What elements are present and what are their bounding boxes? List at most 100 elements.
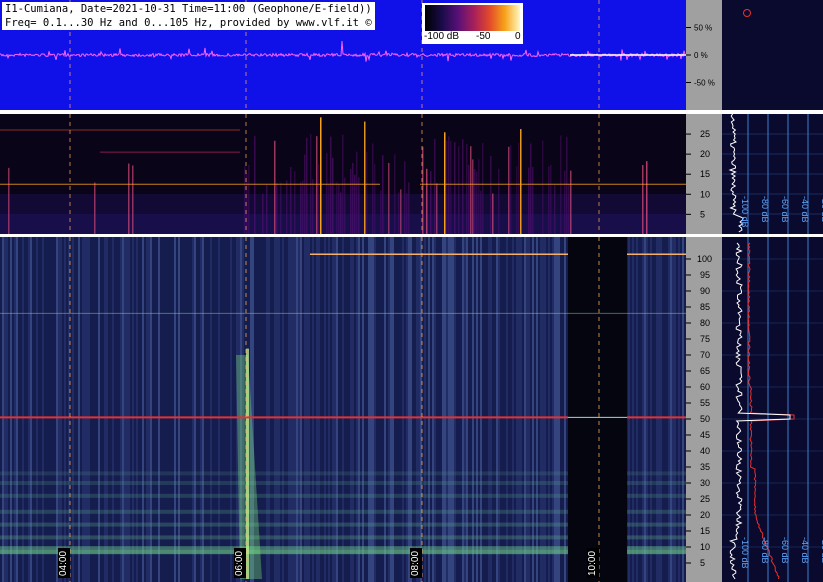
- low-frequency-spectrum: -100 dB -80 dB -60 dB -40 dB -20 dB: [722, 114, 823, 234]
- spectrogram-strip: [160, 237, 162, 582]
- spectrogram-strip: [78, 237, 80, 582]
- spectrogram-strip: [164, 237, 166, 582]
- spectrogram-strip: [362, 237, 364, 582]
- spectrogram-strip: [186, 237, 188, 582]
- spectrogram-strip: [424, 237, 426, 582]
- spectrogram-strip: [564, 237, 566, 582]
- spectrogram-strip: [72, 237, 74, 582]
- spectrogram-strip: [402, 237, 404, 582]
- spectrogram-burst: [476, 171, 478, 234]
- spectrogram-burst: [520, 129, 522, 234]
- spectrogram-burst: [276, 183, 278, 234]
- spectrogram-burst: [478, 159, 480, 234]
- spectrum-average-series: [747, 242, 795, 580]
- spectrogram-strip: [100, 237, 102, 582]
- spectrogram-strip: [510, 237, 512, 582]
- spectrogram-strip: [412, 237, 414, 582]
- spectrogram-strip: [4, 237, 6, 582]
- spectrogram-burst: [470, 146, 472, 234]
- spectrogram-strip: [150, 237, 152, 582]
- spectrogram-strip: [316, 237, 318, 582]
- spectrogram-strip: [550, 237, 552, 582]
- spectrogram-strip: [356, 237, 358, 582]
- spectrogram-strip: [398, 237, 400, 582]
- spectrogram-burst: [326, 153, 328, 234]
- spectrogram-strip: [290, 237, 292, 582]
- spectrogram-strip: [490, 237, 492, 582]
- spectrogram-strip: [204, 237, 206, 582]
- spectrogram-burst: [380, 190, 382, 234]
- amplitude-indicator-panel: [722, 0, 823, 110]
- spectrogram-strip: [202, 237, 204, 582]
- y-tick-label: 25: [700, 494, 710, 504]
- spectrogram-strip: [434, 237, 436, 582]
- spectrogram-strip: [264, 237, 266, 582]
- spectrogram-strip: [454, 237, 456, 582]
- spectrogram-strip: [350, 237, 352, 582]
- spectrogram-strip: [310, 237, 312, 582]
- spectrogram-strip: [326, 237, 328, 582]
- spectrogram-strip: [166, 237, 168, 582]
- spectrogram-strip: [288, 237, 290, 582]
- spectrogram-strip: [514, 237, 516, 582]
- spectrogram-strip: [552, 237, 554, 582]
- spectrogram-burst: [300, 182, 302, 234]
- spectrogram-strip: [304, 237, 306, 582]
- spectrogram-burst: [472, 159, 474, 234]
- spectrogram-strip: [544, 237, 546, 582]
- spectrogram-strip: [322, 237, 324, 582]
- x-tick-label: 08:00: [410, 548, 422, 578]
- spectrogram-strip: [44, 237, 46, 582]
- spectrogram-burst: [462, 139, 464, 234]
- spectrogram-strip: [112, 237, 114, 582]
- spectrogram-strip: [266, 237, 268, 582]
- high-frequency-spectrogram: [0, 237, 686, 582]
- spectrogram-strip: [278, 237, 280, 582]
- spectrogram-burst: [280, 182, 282, 234]
- spectrogram-burst: [94, 182, 96, 234]
- spectrogram-strip: [268, 237, 270, 582]
- spectrogram-strip: [636, 237, 638, 582]
- spectrogram-strip: [144, 237, 146, 582]
- spectrogram-strip: [234, 237, 236, 582]
- spectrogram-strip: [26, 237, 28, 582]
- spectrogram-burst: [320, 117, 322, 234]
- spectrogram-burst: [434, 138, 436, 234]
- spectrogram-burst: [426, 168, 428, 234]
- high-frequency-spectrum-panel: -100 dB -80 dB -60 dB -40 dB -20 dB: [722, 237, 823, 582]
- spectrogram-strip: [366, 237, 368, 582]
- spectrogram-strip: [494, 237, 496, 582]
- spectrogram-burst: [554, 185, 556, 234]
- spectrogram-strip: [396, 237, 398, 582]
- spectrogram-strip: [178, 237, 180, 582]
- spectrogram-strip: [18, 237, 20, 582]
- spectrogram-burst: [302, 180, 304, 234]
- amplitude-marker-icon: [743, 9, 751, 17]
- spectrogram-burst: [528, 167, 530, 234]
- background-band: [0, 114, 686, 124]
- y-tick-label: 70: [700, 350, 710, 360]
- spectrogram-strip: [418, 237, 420, 582]
- spectrogram-strip: [656, 237, 658, 582]
- spectrogram-burst: [350, 169, 352, 234]
- colorbar-label-max: 0: [515, 31, 521, 42]
- spectrogram-strip: [168, 237, 170, 582]
- spectrogram-strip: [306, 237, 308, 582]
- spectrogram-burst: [318, 164, 320, 234]
- spectrogram-strip: [628, 237, 630, 582]
- y-tick-label: 60: [700, 382, 710, 392]
- spectrogram-burst: [132, 165, 134, 234]
- waveform-series: [0, 40, 686, 62]
- y-tick-label: 55: [700, 398, 710, 408]
- spectrogram-strip: [558, 237, 560, 582]
- y-tick-label: 65: [700, 366, 710, 376]
- spectrogram-burst: [352, 162, 354, 234]
- spectrogram-strip: [472, 237, 474, 582]
- spectrogram-strip: [526, 237, 528, 582]
- spectrogram-strip: [528, 237, 530, 582]
- spectrogram-strip: [650, 237, 652, 582]
- spectrogram-strip: [338, 237, 340, 582]
- spectrogram-strip: [428, 237, 430, 582]
- spectrogram-strip: [680, 237, 682, 582]
- spectrogram-strip: [670, 237, 672, 582]
